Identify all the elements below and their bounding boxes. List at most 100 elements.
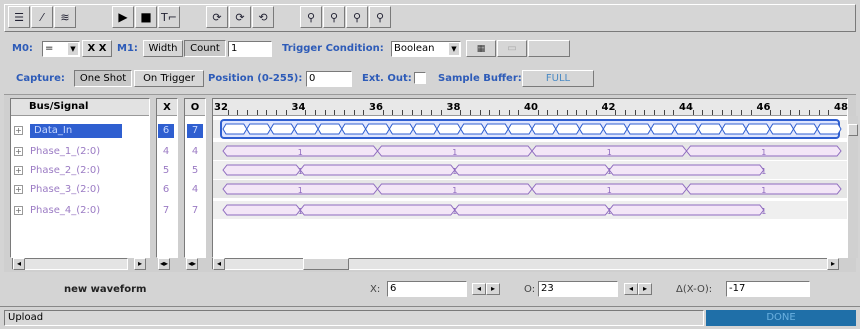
phase-bus-value: 1 [298,148,303,157]
data-in-segment [721,123,747,135]
probe-icon: ⁄ [41,10,43,24]
o-cursor-next-icon[interactable]: ▸ [638,283,652,295]
expand-icon[interactable]: + [14,147,23,156]
timeline-minor-tick [343,110,345,115]
trigger-button[interactable]: T⌐ [158,6,180,28]
signal-name[interactable]: Phase_4_(2:0) [30,204,100,218]
waveform-hscroll-thumb[interactable] [303,258,349,270]
expand-icon[interactable]: + [14,206,23,215]
refresh-back-button[interactable]: ⟲ [252,6,274,28]
timeline-minor-tick [586,110,588,115]
count-button[interactable]: Count [184,40,226,57]
zoom-out-button[interactable]: ⚲ [323,6,345,28]
phase-bus-value: 1 [452,207,457,216]
data-in-segment [792,123,818,135]
timeline-minor-tick [382,110,384,115]
data-in-segment [697,123,723,135]
timeline-minor-tick [576,110,578,115]
run-button[interactable]: ▶ [112,6,134,28]
expand-icon[interactable]: + [14,126,23,135]
zoom-fit-button[interactable]: ⚲ [346,6,368,28]
expand-icon[interactable]: + [14,185,23,194]
scroll-right-icon[interactable]: ▸ [827,258,839,270]
signal-name[interactable]: Phase_3_(2:0) [30,183,100,197]
count-input[interactable]: 1 [228,41,272,57]
position-input[interactable]: 0 [306,71,352,87]
timeline-minor-tick [750,110,752,115]
refresh-button[interactable]: ⟳ [206,6,228,28]
waveform-canvas: 1 1 1 1 1 1 1 1 1 1 1 1 1 1 1 1 [213,119,847,219]
new-waveform-label: new waveform [64,284,147,295]
refresh-forward-icon: ⟳ [235,10,245,24]
m0-select[interactable]: = ▼ [42,41,80,57]
timeline-tick-label: 40 [524,102,538,113]
scroll-left-icon[interactable]: ◂ [13,258,25,270]
timeline-minor-tick [247,110,249,115]
list-button[interactable]: ☰ [8,6,30,28]
waveform-hscroll[interactable]: ◂ ▸ [212,258,839,270]
zoom-in-button[interactable]: ⚲ [300,6,322,28]
expand-icon[interactable]: + [14,166,23,175]
vertical-scrollbar[interactable] [848,116,858,258]
vertical-scroll-thumb[interactable] [848,124,858,136]
x-cursor-next-icon[interactable]: ▸ [486,283,500,295]
trigger-edit-button[interactable]: ▦ [466,40,496,57]
zoom-full-button[interactable]: ⚲ [369,6,391,28]
data-in-segment [222,123,248,135]
phase-bus-value: 1 [452,167,457,176]
timeline-minor-tick [266,110,268,115]
timeline-minor-tick [305,110,307,115]
phase-bus-value: 1 [298,186,303,195]
x-value: 6 [158,124,174,138]
trigger-extra-button[interactable] [528,40,570,57]
data-in-segment [293,123,319,135]
signal-name[interactable]: Phase_1_(2:0) [30,145,100,159]
xx-button[interactable]: X X [82,40,112,57]
data-in-segment [388,123,414,135]
timeline-minor-tick [828,110,830,115]
timeline-minor-tick [237,110,239,115]
ext-out-checkbox[interactable] [414,72,426,84]
o-scroll-icon[interactable]: ◂▸ [186,258,198,270]
o-cursor-prev-icon[interactable]: ◂ [624,283,638,295]
stop-button[interactable]: ■ [135,6,157,28]
o-value: 7 [191,205,199,216]
signal-name[interactable]: Data_In [30,124,122,138]
timeline-minor-tick [392,110,394,115]
timeline-minor-tick [663,110,665,115]
data-in-segment [460,123,486,135]
scroll-left-icon[interactable]: ◂ [213,258,225,270]
timeline-minor-tick [799,110,801,115]
x-cursor-prev-icon[interactable]: ◂ [472,283,486,295]
data-in-segment [555,123,581,135]
refresh-forward-button[interactable]: ⟳ [229,6,251,28]
zoom-out-icon: ⚲ [329,10,339,24]
timeline-minor-tick [673,110,675,115]
signal-name[interactable]: Phase_2_(2:0) [30,164,100,178]
trigger-apply-button[interactable]: ▭ [497,40,527,57]
x-scroll-icon[interactable]: ◂▸ [158,258,170,270]
signal-hscroll[interactable]: ◂ [12,258,128,270]
data-in-segment [626,123,652,135]
scroll-right-icon[interactable]: ▸ [134,258,146,270]
run-icon: ▶ [118,10,128,24]
phase-bus-value: 1 [607,167,612,176]
trigger-condition-select[interactable]: Boolean ▼ [391,41,461,57]
signal-list [10,98,150,258]
timeline-minor-tick [276,110,278,115]
stack-button[interactable]: ≋ [54,6,76,28]
phase-bus-value: 1 [761,167,766,176]
one-shot-button[interactable]: One Shot [74,70,132,87]
o-cursor-label: O: [524,284,536,295]
o-cursor-input[interactable]: 23 [538,281,618,297]
timeline-minor-tick [363,110,365,115]
trigger-condition-value: Boolean [394,43,435,54]
probe-button[interactable]: ⁄ [31,6,53,28]
data-in-segment [341,123,367,135]
timeline-minor-tick [508,110,510,115]
x-cursor-input[interactable]: 6 [387,281,467,297]
width-button[interactable]: Width [143,40,183,57]
phase-bus-value: 1 [298,207,303,216]
sample-buffer-label: Sample Buffer: [438,73,522,84]
on-trigger-button[interactable]: On Trigger [134,70,204,87]
